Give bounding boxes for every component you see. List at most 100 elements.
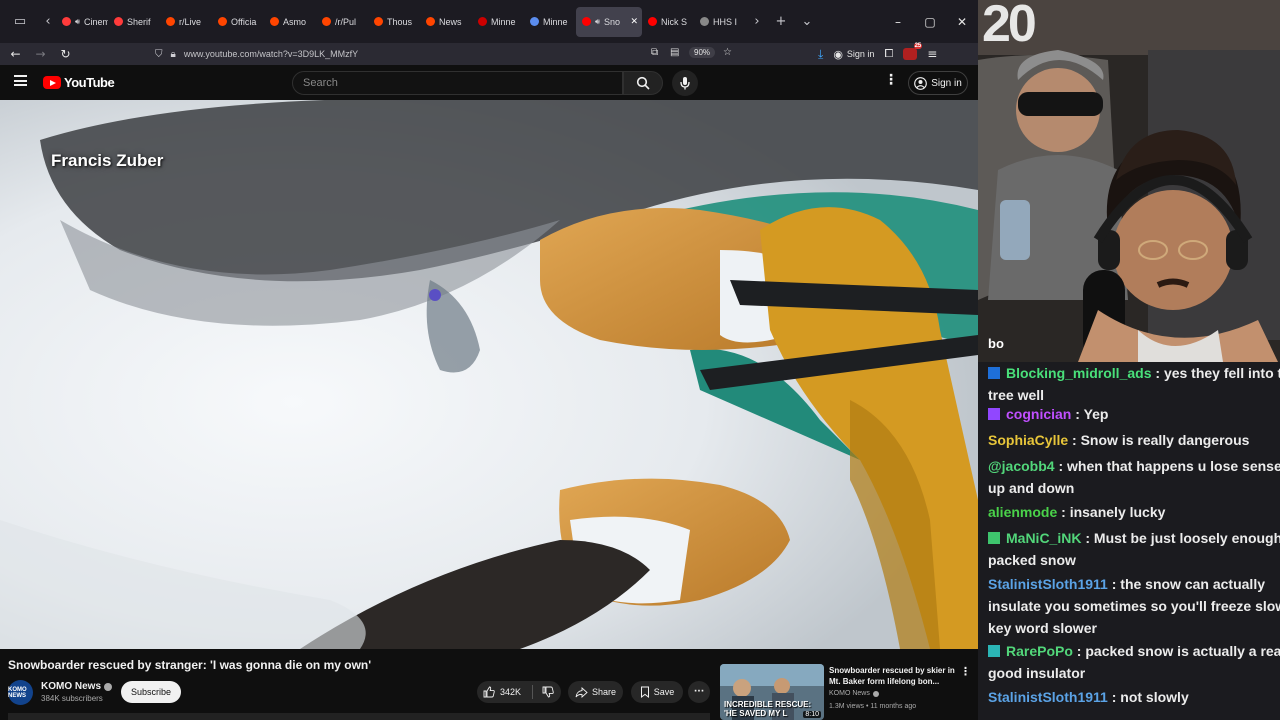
download-icon[interactable]: ⤓ [818,47,823,62]
more-actions-icon[interactable]: ··· [688,681,710,703]
tab-scroll-left-icon[interactable]: ‹ [40,0,56,43]
chat-username[interactable]: StalinistSloth1911 [988,689,1108,705]
tab-label: r/Live [179,16,202,27]
minimize-icon[interactable]: – [882,0,914,43]
maximize-icon[interactable]: ▢ [914,0,946,43]
close-window-icon[interactable]: ✕ [946,0,978,43]
chat-separator: : [1057,504,1070,520]
recommended-more-icon[interactable]: ⋮ [960,665,971,678]
channel-avatar[interactable]: KOMO NEWS [8,680,33,705]
chat-text: Snow is really dangerous [1080,432,1250,448]
chat-separator: : [1072,643,1086,659]
browser-sign-in[interactable]: ◉ Sign in [833,48,874,61]
list-tabs-icon[interactable]: ⌄ [794,0,820,43]
url-text[interactable]: www.youtube.com/watch?v=3D9LK_MMzfY [184,49,358,59]
browser-tab-bar: ▭ ‹ 🔊︎ Cinem Sherif r/Live Officia Asmo/r/Pul… [0,0,978,43]
browser-tab[interactable]: Asmo [264,7,316,37]
save-button[interactable]: Save [631,681,683,703]
reload-icon[interactable]: ↻ [53,47,78,61]
browser-tab[interactable]: r/Live [160,7,212,37]
video-frame [0,100,978,649]
recommended-thumbnail[interactable]: INCREDIBLE RESCUE: 'HE SAVED MY L 8:10 [720,664,824,720]
chat-username[interactable]: SophiaCylle [988,432,1068,448]
tab-label: HHS I [713,16,738,27]
chat-separator: : [1081,530,1094,546]
tab-audio-icon[interactable]: 🔊︎ [595,17,600,27]
video-player[interactable]: Francis Zuber [0,100,978,649]
browser-tab[interactable]: Sherif [108,7,160,37]
live-chat: Blocking_midroll_ads : yes they fell int… [978,362,1280,720]
browser-tab[interactable]: Minne [524,7,576,37]
subscribe-button[interactable]: Subscribe [121,681,181,703]
browser-tab[interactable]: Officia [212,7,264,37]
channel-name[interactable]: KOMO News [41,681,101,692]
share-button[interactable]: Share [568,681,623,703]
chat-text: Must be just loosely enough [1093,530,1280,546]
browser-tab[interactable]: /r/Pul [316,7,368,37]
recommended-channel-row[interactable]: KOMO News [829,690,879,697]
chat-username[interactable]: @jacobb4 [988,458,1055,474]
tab-overview-icon[interactable]: ▭ [0,0,40,43]
browser-nav-bar: ← → ↻ ⛉ 🔒︎ www.youtube.com/watch?v=3D9LK… [0,43,978,65]
chat-message: StalinistSloth1911 : the snow can actual… [988,573,1280,639]
extensions-icon[interactable]: ⧠ [884,47,893,61]
browser-tab[interactable]: 🔊︎ Sno ✕ [576,6,642,37]
new-tab-icon[interactable]: + [768,0,794,43]
youtube-sign-in-button[interactable]: Sign in [908,71,968,95]
settings-more-icon[interactable]: ⋮ [884,73,898,87]
extension-badge-icon[interactable]: 25 [903,43,923,60]
tracking-shield-icon[interactable]: ⛉ [155,49,163,60]
chat-username[interactable]: MaNiC_iNK [1006,530,1081,546]
chat-username[interactable]: alienmode [988,504,1057,520]
horizontal-scrollbar[interactable] [8,713,710,720]
app-menu-icon[interactable]: ≡ [927,47,937,61]
recommended-title[interactable]: Snowboarder rescued by skier in Mt. Bake… [829,665,955,687]
reader-view-icon[interactable]: ▤ [670,47,679,58]
like-count[interactable]: 342K [500,687,521,697]
subscriber-count: 384K subscribers [41,694,103,703]
browser-tab[interactable]: 🔊︎ Cinem [56,7,108,37]
lock-icon[interactable]: 🔒︎ [171,49,176,60]
thumbs-down-icon[interactable] [542,686,554,698]
tab-scroll-right-icon[interactable]: › [746,0,768,43]
recommended-meta: 1.3M views • 11 months ago [829,703,917,710]
search-input[interactable]: Search [292,71,623,95]
chat-separator: : [1054,458,1068,474]
browser-sign-in-label: Sign in [846,49,875,59]
youtube-logo[interactable]: YouTube [43,75,115,90]
guide-menu-icon[interactable] [14,75,27,86]
chat-username[interactable]: cognician [1006,406,1071,422]
bookmark-star-icon[interactable]: ☆ [723,47,732,58]
chat-username[interactable]: RarePoPo [1006,643,1073,659]
forward-icon[interactable]: → [28,47,53,61]
tab-audio-icon[interactable]: 🔊︎ [75,17,80,27]
browser-tab[interactable]: HHS I [694,7,746,37]
tab-close-icon[interactable]: ✕ [630,16,638,27]
browser-tab[interactable]: Thous [368,7,420,37]
tab-label: Sherif [127,16,151,27]
browser-tab[interactable]: News [420,7,472,37]
window-controls: – ▢ ✕ [882,0,978,43]
video-info: Snowboarder rescued by stranger: 'I was … [0,649,978,720]
webcam-corner-text: bo [988,336,1004,351]
chat-username[interactable]: Blocking_midroll_ads [1006,365,1151,381]
back-icon[interactable]: ← [3,47,28,61]
chat-separator: : [1071,406,1084,422]
chat-separator: : [1107,689,1121,705]
thumbs-up-icon[interactable] [483,686,495,698]
search-button[interactable] [623,71,663,95]
chat-username[interactable]: StalinistSloth1911 [988,576,1108,592]
picture-in-picture-icon[interactable]: ⧉ [651,47,658,58]
tab-label: Asmo [283,16,307,27]
bookmark-icon [640,686,649,698]
channel-name-row[interactable]: KOMO News [41,681,113,692]
url-bar[interactable]: ⛉ 🔒︎ www.youtube.com/watch?v=3D9LK_MMzfY… [155,43,743,65]
microphone-icon [680,77,690,90]
video-name-overlay: Francis Zuber [51,151,164,170]
zoom-level[interactable]: 90% [689,47,716,58]
browser-tab[interactable]: Minne [472,7,524,37]
voice-search-button[interactable] [672,70,698,96]
chat-text: the snow can actually [1120,576,1265,592]
recommended-channel[interactable]: KOMO News [829,690,870,697]
browser-tab[interactable]: Nick S [642,7,694,37]
